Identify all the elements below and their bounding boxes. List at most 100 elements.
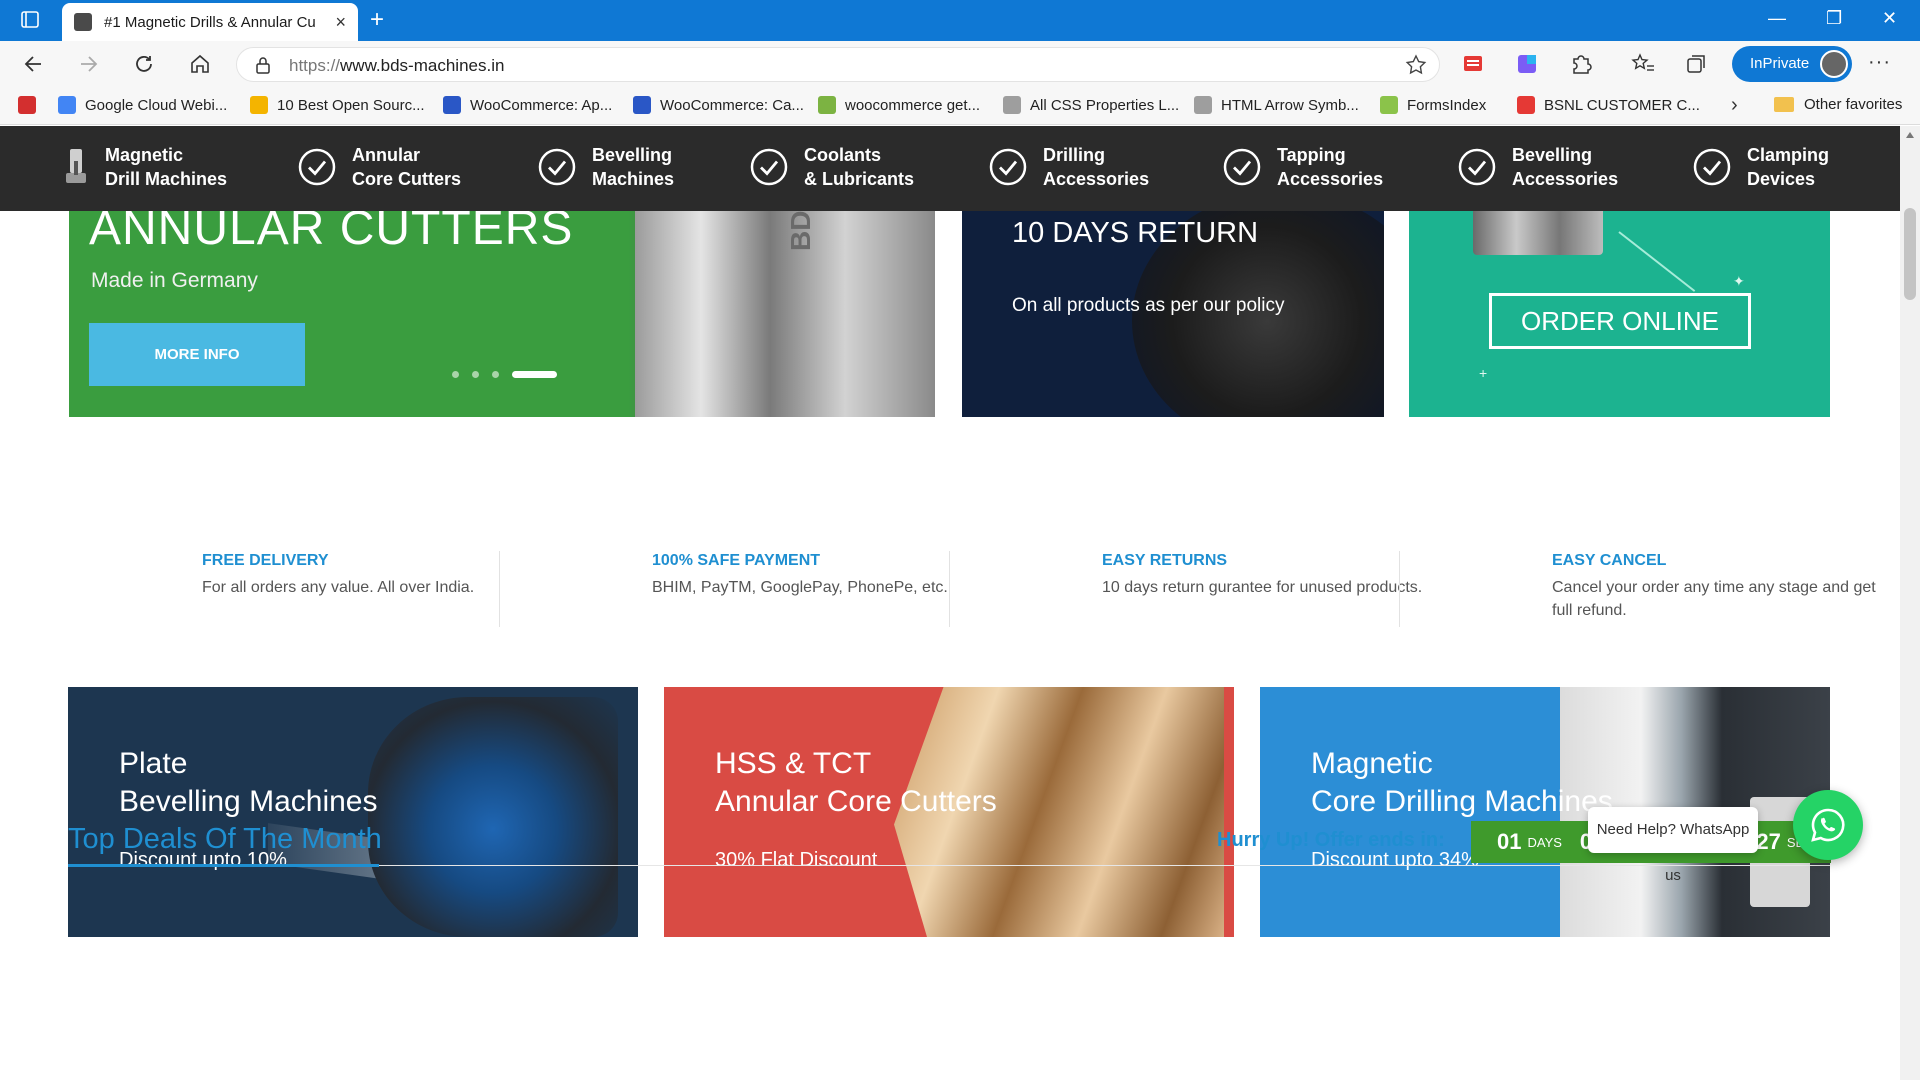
more-options-icon[interactable]: ··· [1868,51,1891,74]
refresh-icon[interactable] [130,50,158,78]
feature-text: For all orders any value. All over India… [202,579,475,596]
nav-item-magnetic-drill-machines[interactable]: Magnetic Drill Machines [62,143,227,191]
divider [499,551,500,627]
sparkle-icon: ✦ [1733,273,1745,289]
deals-title: Top Deals Of The Month [68,823,382,855]
feature-title: EASY RETURNS [1102,552,1228,569]
order-banner[interactable]: ✦ + ORDER ONLINE [1409,211,1830,417]
offer-ends-label: Hurry Up! Offer ends in: [1217,829,1445,851]
nav-item-drilling-accessories[interactable]: Drilling Accessories [988,143,1149,191]
bookmark-label: FormsIndex [1407,96,1487,114]
nav-item-annular-core-cutters[interactable]: Annular Core Cutters [297,143,461,191]
slider-dot[interactable] [512,371,557,378]
countdown-value: 27 [1756,829,1781,854]
lock-icon[interactable] [255,56,271,74]
restore-icon[interactable]: ❐ [1826,8,1842,29]
tab-close-icon[interactable]: × [335,12,346,33]
extensions-puzzle-icon[interactable] [1568,52,1594,76]
avatar [1820,50,1848,78]
slider-dots [452,371,557,378]
hero-slider[interactable]: BDS ANNULAR CUTTERS Made in Germany MORE… [69,211,935,417]
check-circle-icon [988,147,1028,187]
nav-item-coolants-lubricants[interactable]: Coolants & Lubricants [749,143,914,191]
more-info-button[interactable]: MORE INFO [89,323,305,386]
bookmark-item[interactable]: WooCommerce: Ca... [633,96,804,114]
add-favorite-icon[interactable] [1405,54,1427,76]
close-window-icon[interactable]: ✕ [1882,8,1897,29]
check-circle-icon [749,147,789,187]
minimize-icon[interactable]: — [1768,8,1786,29]
feature-free-delivery: FREE DELIVERY For all orders any value. … [202,552,532,599]
nav-item-bevelling-accessories[interactable]: Bevelling Accessories [1457,143,1618,191]
feature-title: 100% SAFE PAYMENT [652,552,821,569]
bookmark-apps-icon[interactable] [18,96,36,114]
bookmarks-overflow-chevron-icon[interactable]: › [1731,94,1738,117]
browser-tab[interactable]: #1 Magnetic Drills & Annular Cu × [62,3,358,41]
whatsapp-button[interactable] [1793,790,1863,860]
cutter-image [1473,211,1603,255]
bookmark-label: All CSS Properties L... [1030,96,1180,114]
order-online-button[interactable]: ORDER ONLINE [1489,293,1751,349]
bookmark-label: woocommerce get... [845,96,981,114]
promo-bevelling-machines[interactable]: Plate Bevelling Machines Discount upto 10… [68,687,638,937]
inprivate-button[interactable]: InPrivate [1732,46,1852,82]
deals-title-underline [68,864,379,867]
nav-item-label: Annular Core Cutters [352,145,462,189]
check-circle-icon [297,147,337,187]
promo-discount: Discount upto 34% [1311,849,1479,871]
browser-toolbar: https://www.bds-machines.in InPrivate ··… [0,41,1920,87]
bookmark-item[interactable]: WooCommerce: Ap... [443,96,612,114]
collections-icon[interactable] [1684,52,1710,76]
favorites-icon[interactable] [1630,52,1656,76]
bookmark-label: BSNL CUSTOMER C... [1544,96,1700,114]
check-circle-icon [537,147,577,187]
feature-text: Cancel your order any time any stage and… [1552,579,1876,619]
browser-title-bar: #1 Magnetic Drills & Annular Cu × + — ❐ … [0,0,1920,41]
slider-dot[interactable] [472,371,479,378]
tab-favicon-icon [74,13,92,31]
forward-icon[interactable] [74,50,102,78]
extension-2-icon[interactable] [1514,52,1540,76]
promo-discount: 30% Flat Discount [715,849,878,871]
other-favorites[interactable]: Other favorites [1774,96,1902,113]
slider-title: ANNULAR CUTTERS [89,211,574,255]
address-bar[interactable]: https://www.bds-machines.in [236,47,1440,82]
bookmarks-bar: Google Cloud Webi... 10 Best Open Sourc..… [0,87,1920,125]
whatsapp-icon [1811,808,1845,842]
decorative-line [1618,231,1696,292]
bookmark-favicon-icon [633,96,651,114]
home-icon[interactable] [186,50,214,78]
nav-item-clamping-devices[interactable]: Clamping Devices [1692,143,1829,191]
bookmark-item[interactable]: 10 Best Open Sourc... [250,96,425,114]
nav-item-tapping-accessories[interactable]: Tapping Accessories [1222,143,1383,191]
new-tab-icon[interactable]: + [370,7,384,33]
divider [1399,551,1400,627]
bookmark-item[interactable]: HTML Arrow Symb... [1194,96,1359,114]
bookmark-item[interactable]: FormsIndex [1380,96,1486,114]
return-banner[interactable]: 10 DAYS RETURN On all products as per ou… [962,211,1384,417]
promo-annular-cutters[interactable]: HSS & TCT Annular Core Cutters 30% Flat D… [664,687,1234,937]
countdown-unit: DAYS [1527,834,1562,850]
tab-actions-icon[interactable] [14,9,46,31]
url-text[interactable]: https://www.bds-machines.in [289,56,504,76]
back-icon[interactable] [20,50,48,78]
bookmark-item[interactable]: BSNL CUSTOMER C... [1517,96,1700,114]
scroll-up-arrow-icon[interactable] [1906,132,1914,138]
inprivate-label: InPrivate [1750,55,1810,72]
bookmark-item[interactable]: Google Cloud Webi... [58,96,227,114]
slider-dot[interactable] [452,371,459,378]
bookmark-item[interactable]: woocommerce get... [818,96,980,114]
vertical-scrollbar[interactable] [1900,126,1920,1080]
whatsapp-help-bubble[interactable]: Need Help? WhatsApp us [1588,807,1758,884]
folder-icon [1774,97,1794,112]
bookmark-item[interactable]: All CSS Properties L... [1003,96,1179,114]
extension-1-icon[interactable] [1460,52,1486,76]
countdown-value: 01 [1497,829,1522,854]
scrollbar-thumb[interactable] [1904,208,1916,300]
nav-item-label: Drilling Accessories [1043,145,1150,189]
bookmark-label: HTML Arrow Symb... [1221,96,1359,114]
nav-item-bevelling-machines[interactable]: Bevelling Machines [537,143,674,191]
bookmark-favicon-icon [1517,96,1535,114]
slider-dot[interactable] [492,371,499,378]
nav-item-label: Coolants & Lubricants [804,145,915,189]
